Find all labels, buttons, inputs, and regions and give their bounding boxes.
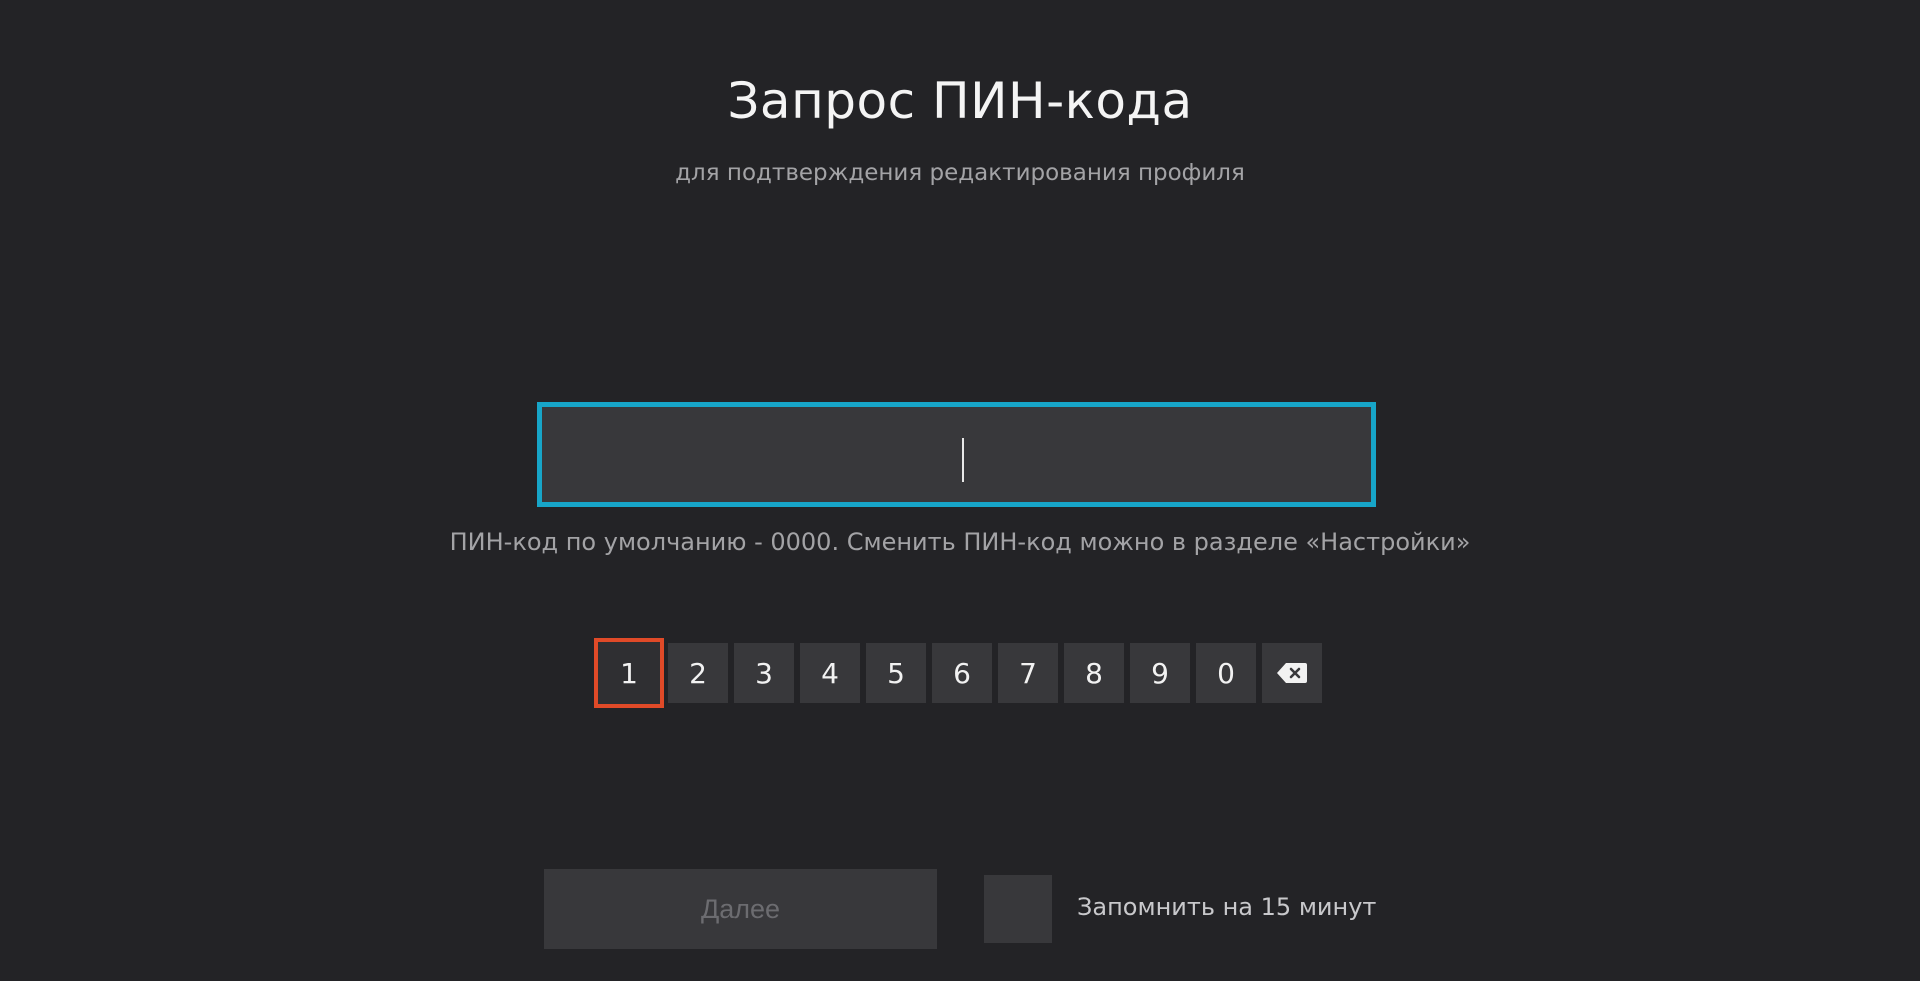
key-5[interactable]: 5 <box>866 643 926 703</box>
backspace-icon <box>1276 662 1308 684</box>
key-1[interactable]: 1 <box>594 638 664 708</box>
key-8[interactable]: 8 <box>1064 643 1124 703</box>
key-0[interactable]: 0 <box>1196 643 1256 703</box>
pin-input[interactable] <box>537 402 1376 507</box>
key-4[interactable]: 4 <box>800 643 860 703</box>
next-button[interactable]: Далее <box>544 869 937 949</box>
key-6[interactable]: 6 <box>932 643 992 703</box>
key-2[interactable]: 2 <box>668 643 728 703</box>
remember-checkbox[interactable] <box>984 875 1052 943</box>
key-3[interactable]: 3 <box>734 643 794 703</box>
key-7[interactable]: 7 <box>998 643 1058 703</box>
backspace-key[interactable] <box>1262 643 1322 703</box>
pin-hint: ПИН-код по умолчанию - 0000. Сменить ПИН… <box>449 528 1471 556</box>
numeric-keypad: 1 2 3 4 5 6 7 8 9 0 <box>594 638 1322 708</box>
remember-label: Запомнить на 15 минут <box>1077 893 1377 921</box>
page-title: Запрос ПИН-кода <box>727 72 1193 130</box>
key-9[interactable]: 9 <box>1130 643 1190 703</box>
pin-request-screen: Запрос ПИН-кода для подтверждения редакт… <box>0 0 1920 981</box>
page-subtitle: для подтверждения редактирования профиля <box>675 160 1245 186</box>
text-caret <box>962 438 964 482</box>
